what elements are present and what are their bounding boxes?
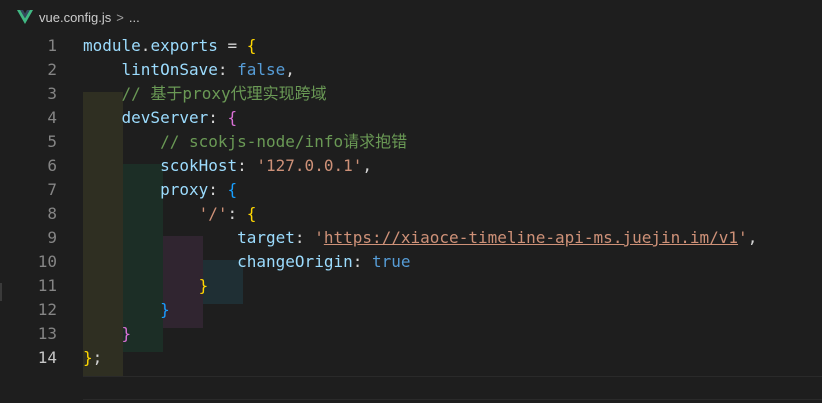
code-token: ; [92, 348, 103, 367]
code-token: module [83, 36, 141, 55]
code-token: , [747, 228, 758, 247]
code-token: : [352, 252, 372, 271]
code-token: : [227, 204, 247, 223]
line-number: 11 [37, 276, 57, 295]
code-token: } [160, 300, 170, 319]
code-token: : [237, 156, 257, 175]
breadcrumb-more[interactable]: ... [129, 10, 140, 25]
code-token: . [140, 36, 151, 55]
code-token: = [217, 36, 247, 55]
line-number: 9 [47, 228, 57, 247]
code-token: ' [314, 228, 324, 247]
code-token: } [121, 324, 132, 343]
line-number: 6 [47, 156, 57, 175]
chevron-right-icon: > [116, 9, 124, 25]
line-number: 7 [47, 180, 57, 199]
code-line[interactable]: }; [83, 346, 102, 370]
code-line[interactable]: proxy: { [83, 178, 237, 202]
line-number: 1 [47, 36, 57, 55]
code-line[interactable]: target: 'https://xiaoce-timeline-api-ms.… [83, 226, 757, 250]
code-line[interactable]: } [83, 298, 170, 322]
code-token: , [362, 156, 372, 175]
code-token: lintOnSave [121, 60, 218, 79]
code-line[interactable]: } [83, 322, 132, 346]
breadcrumb: vue.config.js > ... [0, 0, 822, 34]
code-token: { [246, 36, 257, 55]
line-number: 4 [47, 108, 57, 127]
code-token: , [285, 60, 295, 79]
code-line[interactable]: } [83, 274, 209, 298]
code-token: : [208, 180, 228, 199]
code-token: { [246, 204, 257, 223]
code-token: ' [738, 228, 748, 247]
code-line[interactable]: // scokjs-node/info请求抱错 [83, 130, 407, 154]
code-line[interactable]: scokHost: '127.0.0.1', [83, 154, 372, 178]
line-number: 14 [37, 348, 57, 367]
code-token: : [208, 108, 228, 127]
code-line[interactable]: // 基于proxy代理实现跨域 [83, 82, 327, 106]
code-token: : [294, 228, 315, 247]
line-number: 3 [47, 84, 57, 103]
code-token: devServer [121, 108, 209, 127]
code-token: changeOrigin [237, 252, 353, 271]
code-line[interactable]: changeOrigin: true [83, 250, 411, 274]
line-number: 5 [47, 132, 57, 151]
line-number: 13 [37, 324, 57, 343]
code-token: exports [150, 36, 218, 55]
breadcrumb-file[interactable]: vue.config.js [39, 10, 111, 25]
line-number: 2 [47, 60, 57, 79]
code-token: // 基于proxy代理实现跨域 [121, 84, 327, 103]
code-token: https://xiaoce-timeline-api-ms.juejin.im… [323, 228, 739, 247]
code-token: scokHost [160, 156, 238, 175]
code-token: '/' [198, 204, 228, 223]
code-token: } [83, 348, 93, 367]
code-token: { [227, 180, 238, 199]
line-number: 8 [47, 204, 57, 223]
code-token: true [371, 252, 411, 271]
code-token: } [198, 276, 209, 295]
code-token: target [237, 228, 295, 247]
line-number: 12 [37, 300, 57, 319]
code-editor[interactable]: 1 2 3 4 5 6 7 8 9 10 11 12 13 14 module.exports = { l… [0, 34, 822, 403]
vue-icon [17, 10, 33, 24]
code-token: { [227, 108, 238, 127]
code-token: proxy [160, 180, 209, 199]
code-token: false [237, 60, 286, 79]
line-number: 10 [37, 252, 57, 271]
code-line[interactable]: lintOnSave: false, [83, 58, 295, 82]
code-line[interactable]: module.exports = { [83, 34, 256, 58]
code-line[interactable]: devServer: { [83, 106, 238, 130]
code-token: '127.0.0.1' [256, 156, 363, 175]
current-line-highlight [83, 376, 822, 400]
code-token: : [217, 60, 238, 79]
code-token: // scokjs-node/info请求抱错 [160, 132, 408, 151]
code-line[interactable]: '/': { [83, 202, 257, 226]
